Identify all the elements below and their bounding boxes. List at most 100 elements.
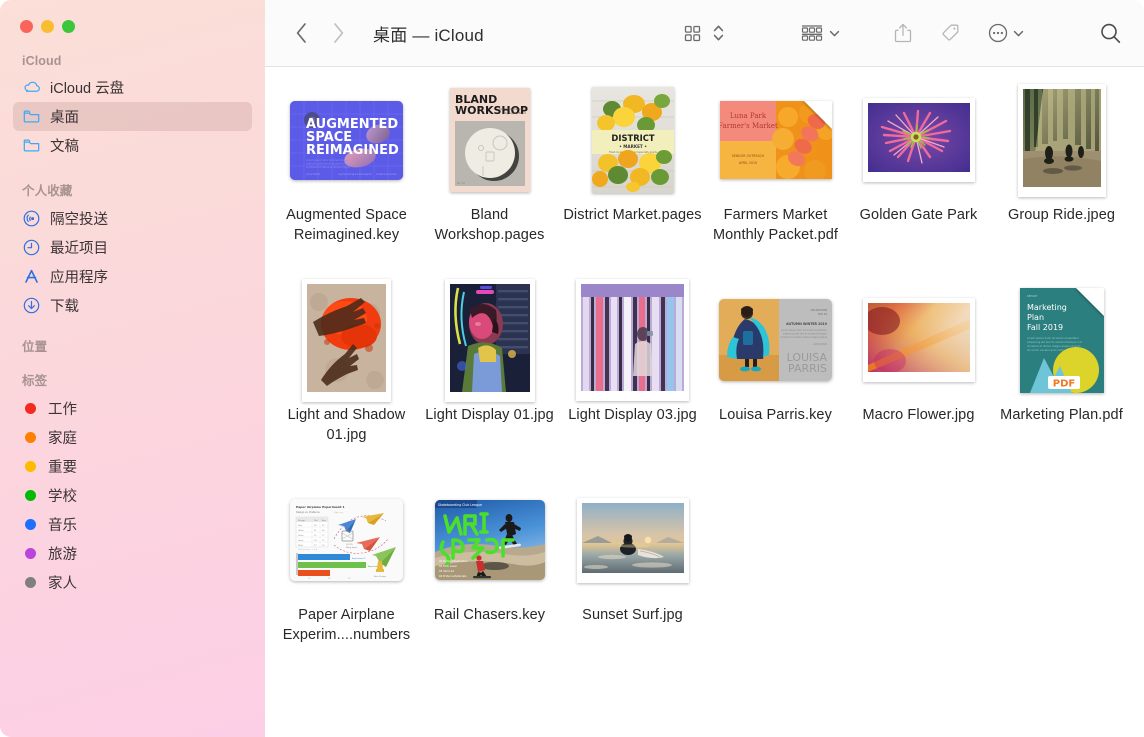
file-item[interactable]: Luna Park Farmer's Market VENDOR OUTREAC…: [704, 83, 847, 283]
sidebar-item-label: 旅游: [48, 543, 77, 564]
file-thumbnail: DISTRICT • MARKET • Fresh local produce …: [568, 85, 698, 195]
sidebar-tag-music[interactable]: 音乐: [13, 510, 252, 539]
svg-text:Lorem ipsum dolor sit amet con: Lorem ipsum dolor sit amet consectetur: [1027, 336, 1080, 340]
svg-text:Best Design: Best Design: [374, 575, 387, 578]
file-name: District Market.pages: [563, 205, 701, 225]
file-name: Light Display 03.jpg: [568, 405, 697, 425]
sidebar-item-airdrop[interactable]: 隔空投送: [13, 204, 252, 233]
svg-text:REPORT: REPORT: [1027, 294, 1038, 298]
sidebar-item-documents[interactable]: 文稿: [13, 131, 252, 160]
file-name: Paper Airplane Experim....numbers: [277, 605, 417, 645]
svg-text:Delta: Delta: [298, 534, 304, 537]
view-stepper-icon[interactable]: [712, 18, 725, 48]
grid-view-icon[interactable]: [683, 18, 702, 48]
airdrop-icon: [22, 209, 41, 228]
svg-text:LOOK BOOK: LOOK BOOK: [813, 343, 827, 346]
file-name: Louisa Parris.key: [719, 405, 832, 425]
svg-text:F/W 19: F/W 19: [818, 312, 827, 316]
toolbar-right: [683, 18, 1144, 48]
svg-text:VOLTS: VOLTS: [346, 544, 353, 546]
more-actions-icon[interactable]: [987, 18, 1009, 48]
tag-icon[interactable]: [939, 18, 961, 48]
page-fold-icon: [804, 101, 832, 129]
sidebar-item-applications[interactable]: 应用程序: [13, 262, 252, 291]
svg-text:VENDOR OUTREACH: VENDOR OUTREACH: [731, 154, 764, 158]
file-item[interactable]: AUGMENTED SPACE REIMAGINED Lorem ipsum d…: [275, 83, 418, 283]
sidebar-item-label: 应用程序: [50, 266, 108, 287]
file-name: Light Display 01.jpg: [425, 405, 554, 425]
file-item[interactable]: Skateboarding Club League: [418, 483, 561, 683]
file-item[interactable]: Sunset Surf.jpg: [561, 483, 704, 683]
download-icon: [22, 296, 41, 315]
svg-text:by Sophie Bland: by Sophie Bland: [504, 111, 525, 115]
sidebar-tag-home[interactable]: 家庭: [13, 423, 252, 452]
sidebar-tag-family[interactable]: 家人: [13, 568, 252, 597]
page-title: 桌面 — iCloud: [373, 21, 484, 46]
sidebar-item-label: 工作: [48, 398, 77, 419]
back-button[interactable]: [291, 20, 311, 46]
svg-text:Hoop: Hoop: [298, 540, 304, 542]
file-item[interactable]: REPORT Marketing Plan Fall 2019 Lorem ip…: [990, 283, 1133, 483]
svg-text:Design: Design: [298, 520, 306, 522]
search-icon[interactable]: [1099, 18, 1122, 48]
share-icon[interactable]: [893, 18, 913, 48]
file-thumbnail: [854, 285, 984, 395]
file-thumbnail: BLAND WORKSHOP Handmade Ceramics by Soph…: [425, 85, 555, 195]
sidebar-tag-important[interactable]: 重要: [13, 452, 252, 481]
file-thumbnail: [568, 485, 698, 595]
clock-icon: [22, 238, 41, 257]
sidebar-item-downloads[interactable]: 下载: [13, 291, 252, 320]
svg-text:Wide: Wide: [298, 545, 304, 547]
file-item[interactable]: COLLECTION F/W 19 AUTUMN WINTER 2019 Lor…: [704, 283, 847, 483]
file-thumbnail: [282, 285, 412, 395]
file-item[interactable]: Golden Gate Park: [847, 83, 990, 283]
sidebar-item-icloud-drive[interactable]: iCloud 云盘: [13, 73, 252, 102]
chevron-down-icon[interactable]: [1012, 18, 1025, 48]
zoom-button[interactable]: [62, 20, 75, 33]
minimize-button[interactable]: [41, 20, 54, 33]
sidebar-item-recents[interactable]: 最近项目: [13, 233, 252, 262]
svg-text:Trial averages · n = 5: Trial averages · n = 5: [298, 548, 317, 551]
file-thumbnail: AUGMENTED SPACE REIMAGINED Lorem ipsum d…: [282, 85, 412, 195]
chevron-down-icon[interactable]: [828, 18, 841, 48]
file-item[interactable]: Light Display 01.jpg: [418, 283, 561, 483]
svg-text:Paper Airplane Experiment 1: Paper Airplane Experiment 1: [296, 505, 345, 509]
file-item[interactable]: Group Ride.jpeg: [990, 83, 1133, 283]
sidebar-item-label: 文稿: [50, 135, 79, 156]
sidebar-item-label: 重要: [48, 456, 77, 477]
sidebar-section-icloud-title: iCloud: [0, 47, 265, 73]
svg-text:• MARKET •: • MARKET •: [619, 144, 647, 149]
svg-text:Design vs. Distance: Design vs. Distance: [296, 511, 320, 514]
file-item[interactable]: DISTRICT • MARKET • Fresh local produce …: [561, 83, 704, 283]
sidebar-section-tags-title: 标签: [0, 360, 265, 394]
sidebar-item-desktop[interactable]: 桌面: [13, 102, 252, 131]
file-item[interactable]: Light and Shadow 01.jpg: [275, 283, 418, 483]
file-name: Farmers Market Monthly Packet.pdf: [706, 205, 846, 245]
svg-text:Glider: Glider: [298, 529, 304, 532]
sidebar-item-label: 学校: [48, 485, 77, 506]
file-name: Light and Shadow 01.jpg: [277, 405, 417, 445]
svg-text:02 Trick Level: 02 Trick Level: [439, 564, 457, 568]
file-grid[interactable]: AUGMENTED SPACE REIMAGINED Lorem ipsum d…: [265, 67, 1144, 737]
svg-text:Luna Park: Luna Park: [729, 112, 766, 120]
svg-text:Wing Span: Wing Span: [346, 547, 358, 549]
svg-text:incididunt ut labore et dolore: incididunt ut labore et dolore magna: [306, 166, 350, 169]
file-item[interactable]: Paper Airplane Experiment 1 Design vs. D…: [275, 483, 418, 683]
finder-window: iCloud iCloud 云盘 桌面 文稿 个人收藏: [0, 0, 1144, 737]
svg-text:Marketing: Marketing: [1027, 303, 1067, 312]
sidebar-tag-school[interactable]: 学校: [13, 481, 252, 510]
group-by-icon[interactable]: [799, 18, 825, 48]
sidebar-tag-work[interactable]: 工作: [13, 394, 252, 423]
svg-text:Fall 2019: Fall 2019: [1027, 323, 1063, 332]
file-item[interactable]: BLAND WORKSHOP Handmade Ceramics by Soph…: [418, 83, 561, 283]
close-button[interactable]: [20, 20, 33, 33]
file-item[interactable]: Macro Flower.jpg: [847, 283, 990, 483]
svg-text:COLLECTION: COLLECTION: [810, 308, 827, 312]
forward-button[interactable]: [328, 20, 348, 46]
sidebar-tag-travel[interactable]: 旅游: [13, 539, 252, 568]
svg-text:DISTRICT: DISTRICT: [611, 133, 655, 143]
file-item[interactable]: Light Display 03.jpg: [561, 283, 704, 483]
tag-dot-icon: [22, 457, 39, 476]
file-thumbnail: Skateboarding Club League: [425, 485, 555, 595]
sidebar-item-label: 家庭: [48, 427, 77, 448]
